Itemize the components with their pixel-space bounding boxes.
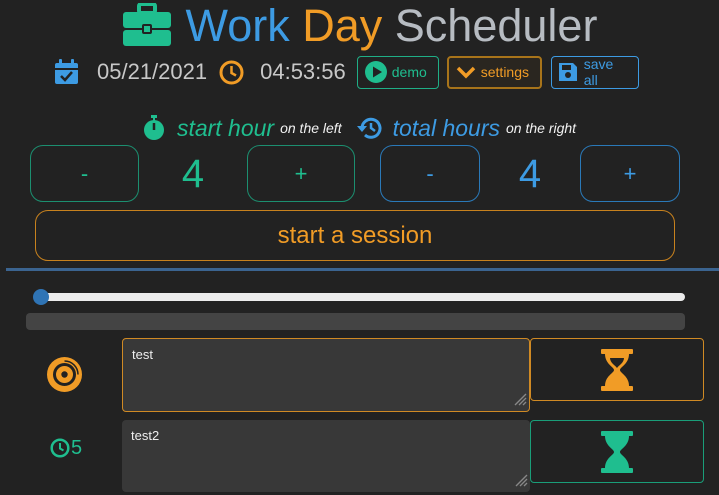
title-word-day: Day (302, 0, 383, 51)
start-hour-value: 4 (181, 151, 205, 196)
resize-grip-icon[interactable] (514, 473, 528, 490)
settings-button[interactable]: settings (446, 55, 542, 89)
task-duration-badge: 5 (44, 434, 88, 462)
task-note-text: test (132, 347, 153, 362)
calendar-check-icon (54, 59, 79, 85)
session-progress-bar (26, 313, 685, 330)
app-header: Work Day Scheduler (0, 0, 719, 52)
task-note-field[interactable]: test2 (122, 420, 530, 492)
chevron-down-icon (455, 64, 477, 80)
slider-thumb[interactable] (33, 289, 49, 305)
stopwatch-icon (143, 115, 165, 141)
briefcase-icon (122, 1, 172, 52)
total-hours-increment-button[interactable]: + (580, 145, 680, 202)
floppy-disk-icon (558, 62, 578, 82)
start-session-button[interactable]: start a session (35, 210, 675, 261)
task-timer-button[interactable] (530, 420, 704, 483)
session-slider[interactable] (33, 289, 685, 305)
total-hours-value: 4 (518, 151, 542, 196)
title-word-work: Work (185, 0, 290, 51)
title-word-scheduler: Scheduler (394, 0, 598, 51)
clock-toolbar-row: 05/21/2021 04:53:56 demo settings save a… (54, 54, 639, 90)
settings-label: settings (480, 64, 529, 80)
task-note-text: test2 (131, 428, 160, 443)
task-timer-button[interactable] (530, 338, 704, 401)
history-icon (356, 116, 382, 140)
total-hours-decrement-button[interactable]: - (380, 145, 480, 202)
start-hour-label: start hour (176, 114, 275, 141)
vinyl-record-icon (44, 354, 84, 394)
play-circle-icon (364, 60, 388, 84)
session-labels: start hour on the left total hours on th… (0, 111, 719, 145)
start-hour-increment-button[interactable]: + (247, 145, 355, 202)
resize-grip-icon[interactable] (513, 392, 527, 409)
total-hours-label: total hours (392, 114, 500, 141)
task-duration: 5 (70, 436, 83, 459)
demo-label: demo (391, 64, 427, 80)
demo-button[interactable]: demo (356, 55, 439, 89)
current-date: 05/21/2021 (97, 59, 208, 84)
save-all-button[interactable]: save all (550, 55, 639, 89)
start-hour-decrement-button[interactable]: - (30, 145, 139, 202)
hourglass-icon (600, 430, 634, 473)
start-hour-hint: on the left (280, 120, 342, 136)
clock-icon (219, 60, 244, 85)
current-time: 04:53:56 (260, 59, 346, 84)
hourglass-icon (600, 348, 634, 391)
total-hours-hint: on the right (506, 120, 577, 136)
save-all-label: save all (583, 56, 614, 88)
task-note-field[interactable]: test (122, 338, 530, 412)
section-divider (6, 268, 719, 271)
clock-icon (50, 438, 70, 458)
